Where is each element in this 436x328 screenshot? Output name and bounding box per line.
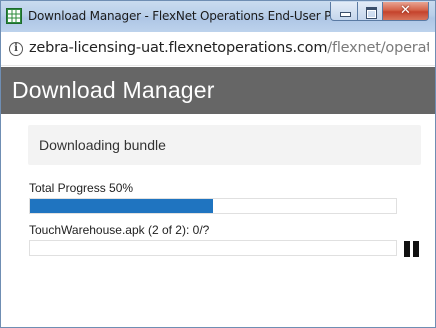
minimize-button[interactable] xyxy=(330,2,357,21)
url-text[interactable]: zebra-licensing-uat.flexnetoperations.co… xyxy=(29,40,429,56)
status-text: Downloading bundle xyxy=(39,137,166,153)
spreadsheet-grid-icon xyxy=(6,8,22,24)
page-header: Download Manager xyxy=(1,67,435,114)
window-title: Download Manager - FlexNet Operations En… xyxy=(28,9,358,23)
address-bar[interactable]: i zebra-licensing-uat.flexnetoperations.… xyxy=(1,32,435,66)
url-path: /flexnet/operationsp... xyxy=(327,40,429,56)
total-progress-bar xyxy=(29,198,397,214)
pause-icon[interactable] xyxy=(404,241,420,257)
file-progress-label: TouchWarehouse.apk (2 of 2): 0/? xyxy=(29,223,210,237)
window-controls: ✕ xyxy=(330,2,429,21)
pause-bar-right xyxy=(413,241,419,257)
pause-bar-left xyxy=(404,241,410,257)
maximize-button[interactable] xyxy=(357,2,383,21)
title-bar[interactable]: Download Manager - FlexNet Operations En… xyxy=(1,1,435,32)
total-progress-label: Total Progress 50% xyxy=(29,181,134,195)
close-icon: ✕ xyxy=(400,3,411,18)
info-icon[interactable]: i xyxy=(9,42,23,56)
close-button[interactable]: ✕ xyxy=(383,2,429,21)
page-title: Download Manager xyxy=(12,77,215,103)
file-progress-bar xyxy=(29,240,397,256)
url-host: zebra-licensing-uat.flexnetoperations.co… xyxy=(29,40,328,56)
browser-popup-window: Download Manager - FlexNet Operations En… xyxy=(0,0,436,328)
total-progress-fill xyxy=(30,199,213,213)
status-panel: Downloading bundle xyxy=(28,125,421,165)
